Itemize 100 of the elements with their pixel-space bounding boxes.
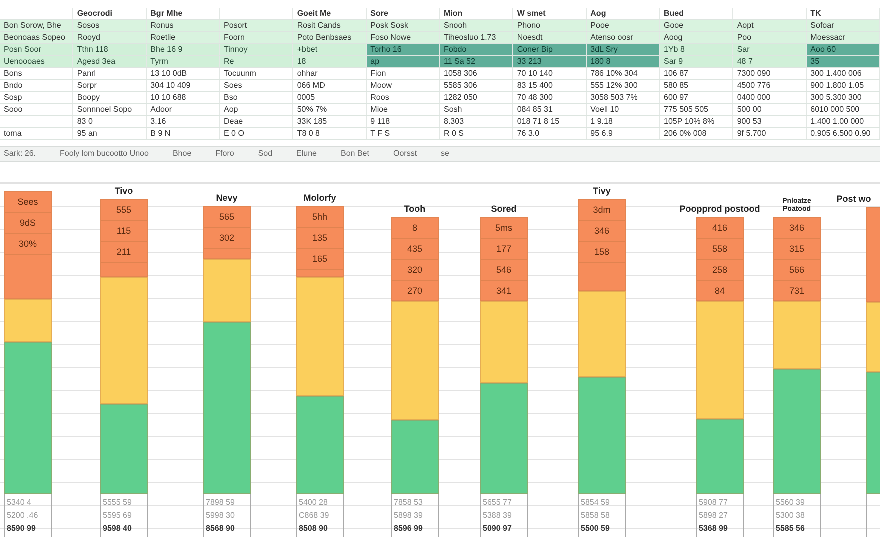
footer-value: 8590 99: [6, 523, 37, 535]
bar-value: 177: [481, 239, 527, 260]
table-cell: Tiheosluo 1.73: [440, 32, 514, 43]
bar-value: 565: [204, 207, 250, 228]
footer-value: 5300 38: [775, 510, 806, 522]
table-cell: Moessacr: [806, 32, 880, 43]
table-cell: Bon Sorow, Bhe: [0, 20, 74, 31]
table-cell: Tinnoy: [220, 44, 294, 55]
footer-value: C868 39: [298, 510, 330, 522]
table-cell: Posn Soor: [0, 44, 74, 55]
table-cell: Agesd 3ea: [73, 56, 147, 67]
table-cell: 6010 000 500: [806, 104, 880, 115]
table-cell: toma: [0, 128, 74, 139]
footer-value: 5854 59: [580, 497, 611, 509]
table-cell: Boopy: [73, 92, 147, 103]
bar-value: 258: [697, 260, 743, 281]
table-cell: ap: [366, 56, 440, 67]
toolbar-item[interactable]: Elune: [296, 148, 318, 160]
bar-value: 302: [204, 228, 250, 249]
table-cell: Tthn 118: [73, 44, 147, 55]
table-cell: 8.303: [440, 116, 514, 127]
table-cell: 9 118: [366, 116, 440, 127]
footer-value: 8596 99: [393, 523, 424, 535]
table-cell: 0005: [293, 92, 367, 103]
table-cell: Aoo 60: [806, 44, 880, 55]
table-cell: Adoor: [146, 104, 220, 115]
bar-value: 30%: [5, 234, 51, 255]
table-cell: 1282 050: [440, 92, 514, 103]
table-cell: Fobdo: [440, 44, 514, 55]
table-cell: 775 505 505: [660, 104, 734, 115]
table-cell: Sosos: [73, 20, 147, 31]
table-cell: T F S: [366, 128, 440, 139]
toolbar-item[interactable]: Sod: [258, 148, 273, 160]
column-header: Bgr Mhe: [146, 8, 220, 19]
footer-value: 5400 28: [298, 497, 329, 509]
footer-value: 5388 39: [482, 510, 513, 522]
bar-value: 5ms: [481, 218, 527, 239]
table-cell: E 0 O: [220, 128, 294, 139]
footer-value: 5655 77: [482, 497, 513, 509]
table-cell: Noesdt: [513, 32, 587, 43]
table-cell: Tocuunm: [220, 68, 294, 79]
table-cell: Panrl: [73, 68, 147, 79]
table-cell: Bso: [220, 92, 294, 103]
table-cell: 300 1.400 006: [806, 68, 880, 79]
table-cell: Coner Bip: [513, 44, 587, 55]
toolbar-item[interactable]: Oorsst: [393, 148, 418, 160]
table-cell: 066 MD: [293, 80, 367, 91]
bar-label: Tooh: [404, 204, 426, 214]
toolbar-item[interactable]: Sark: 26.: [4, 148, 36, 160]
table-cell: Voell 10: [586, 104, 660, 115]
table-cell: Sorpr: [73, 80, 147, 91]
table-cell: Sonnnoel Sopo: [73, 104, 147, 115]
toolbar-item[interactable]: Bon Bet: [341, 148, 370, 160]
table-cell: 300 5.300 300: [806, 92, 880, 103]
bar-value: 3dm: [579, 200, 625, 221]
toolbar-item[interactable]: Fooly lom bucootto Unoo: [60, 148, 149, 160]
bar-value: 346: [774, 218, 820, 239]
column-header: Sore: [366, 8, 440, 19]
table-cell: Bons: [0, 68, 74, 79]
table-cell: 1Yb 8: [660, 44, 734, 55]
toolbar-item[interactable]: Bhoe: [172, 148, 192, 160]
table-cell: 1 9.18: [586, 116, 660, 127]
table-cell: 1.400 1.00 000: [806, 116, 880, 127]
table-cell: Aopt: [733, 20, 807, 31]
table-cell: 786 10% 304: [586, 68, 660, 79]
table-cell: Rooyd: [73, 32, 147, 43]
bar-label: Molorfy: [304, 193, 336, 203]
footer-value: 9598 40: [102, 523, 133, 535]
table-cell: Posort: [220, 20, 294, 31]
bar-value: 165: [297, 249, 343, 270]
table-cell: 018 71 8 15: [513, 116, 587, 127]
table-cell: Sosp: [0, 92, 74, 103]
table-cell: Aop: [220, 104, 294, 115]
toolbar-item[interactable]: Fforo: [216, 148, 234, 160]
table-cell: Poo: [733, 32, 807, 43]
table-cell: R 0 S: [440, 128, 514, 139]
column-header: Aog: [586, 8, 660, 19]
table-cell: 3dL Sry: [586, 44, 660, 55]
bar-value: 320: [392, 260, 438, 281]
table-cell: 500 00: [733, 104, 807, 115]
footer-value: 5500 59: [580, 523, 611, 535]
bar-value: 9dS: [5, 213, 51, 234]
table-cell: Fion: [366, 68, 440, 79]
bar-value: 158: [579, 242, 625, 263]
footer-value: 5090 97: [482, 523, 513, 535]
table-cell: 0400 000: [733, 92, 807, 103]
bar-value: 115: [101, 221, 147, 242]
table-cell: Aoog: [660, 32, 734, 43]
table-cell: Snooh: [440, 20, 514, 31]
table-cell: Phono: [513, 20, 587, 31]
table-cell: 600 97: [660, 92, 734, 103]
table-cell: 76 3.0: [513, 128, 587, 139]
footer-value: 7898 59: [205, 497, 236, 509]
table-cell: 83 15 400: [513, 80, 587, 91]
footer-value: 5595 69: [102, 510, 133, 522]
table-cell: 70 10 140: [513, 68, 587, 79]
toolbar-item[interactable]: se: [441, 148, 450, 160]
table-cell: Torho 16: [366, 44, 440, 55]
table-cell: Sofoar: [806, 20, 880, 31]
table-cell: 206 0% 008: [660, 128, 734, 139]
